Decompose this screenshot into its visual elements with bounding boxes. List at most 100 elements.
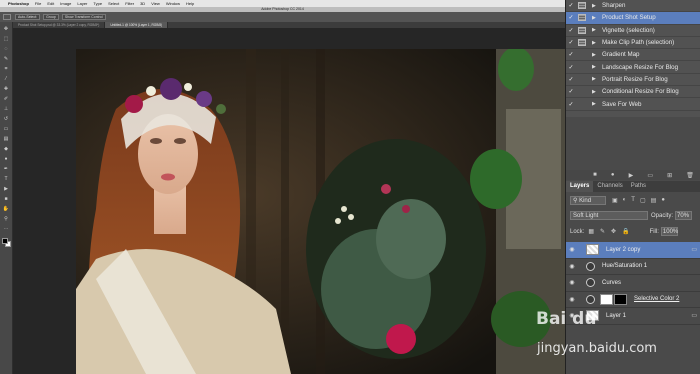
action-row-conditional-resize[interactable]: ✓ ▶ Conditional Resize For Blog (566, 86, 700, 99)
menu-image[interactable]: Image (60, 0, 71, 7)
menu-app-name[interactable]: Photoshop (8, 0, 29, 7)
layer-row[interactable]: ◉ Selective Color 2 (566, 292, 700, 308)
dialog-toggle-icon[interactable] (578, 64, 586, 71)
expand-triangle-icon[interactable]: ▶ (592, 15, 600, 21)
tab-layers[interactable]: Layers (566, 181, 594, 192)
action-row-portrait-resize[interactable]: ✓ ▶ Portrait Resize For Blog (566, 74, 700, 87)
dialog-toggle-icon[interactable] (578, 14, 586, 22)
shape-tool-icon[interactable]: ■ (3, 196, 10, 203)
toggle-check-icon[interactable]: ✓ (566, 51, 576, 58)
type-tool-icon[interactable]: T (3, 176, 10, 183)
menu-file[interactable]: File (35, 0, 41, 7)
expand-triangle-icon[interactable]: ▶ (592, 52, 600, 58)
tab-paths[interactable]: Paths (627, 181, 650, 192)
action-row-save-for-web[interactable]: ✓ ▶ Save For Web (566, 98, 700, 111)
tab-channels[interactable]: Channels (593, 181, 626, 192)
dialog-toggle-icon[interactable] (578, 76, 586, 83)
quick-select-tool-icon[interactable]: ✎ (3, 56, 10, 63)
show-transform-checkbox[interactable]: Show Transform Control (61, 14, 106, 20)
lock-position-icon[interactable]: ✥ (611, 228, 616, 235)
dialog-toggle-icon[interactable] (578, 2, 586, 10)
dialog-toggle-icon[interactable] (578, 26, 586, 34)
kind-filter-dropdown[interactable]: ⚲ Kind (570, 195, 606, 205)
eye-icon[interactable]: ◉ (566, 246, 578, 253)
expand-triangle-icon[interactable]: ▶ (592, 101, 600, 107)
eyedropper-tool-icon[interactable]: ⁄ (3, 76, 10, 83)
layer-row[interactable]: ◉ Layer 2 copy ▭ (566, 242, 700, 259)
toggle-check-icon[interactable]: ✓ (566, 2, 576, 9)
crop-tool-icon[interactable]: ⌗ (3, 66, 10, 73)
filter-toggle-icon[interactable]: ● (661, 197, 665, 203)
eraser-tool-icon[interactable]: ▭ (3, 126, 10, 133)
move-tool-icon[interactable]: ✥ (3, 26, 10, 33)
toggle-check-icon[interactable]: ✓ (566, 39, 576, 46)
brush-tool-icon[interactable]: ✐ (3, 96, 10, 103)
gradient-tool-icon[interactable]: ▤ (3, 136, 10, 143)
opacity-field[interactable]: 70% (675, 211, 693, 220)
pixel-filter-icon[interactable]: ▣ (612, 197, 618, 204)
play-icon[interactable]: ▶ (629, 172, 634, 179)
action-row-vignette[interactable]: ✓ ▶ Vignette (selection) (566, 25, 700, 37)
pen-tool-icon[interactable]: ✒ (3, 166, 10, 173)
menu-edit[interactable]: Edit (47, 0, 54, 7)
toggle-check-icon[interactable]: ✓ (566, 14, 576, 21)
layer-row[interactable]: ◉ Hue/Saturation 1 (566, 259, 700, 275)
action-row-landscape-resize[interactable]: ✓ ▶ Landscape Resize For Blog (566, 61, 700, 74)
more-tools-icon[interactable]: ⋯ (3, 226, 10, 233)
toggle-check-icon[interactable]: ✓ (566, 76, 576, 83)
adjustment-filter-icon[interactable]: ◐ (623, 197, 627, 203)
healing-brush-tool-icon[interactable]: ✚ (3, 86, 10, 93)
new-set-icon[interactable]: ▭ (647, 172, 653, 179)
action-row-sharpen[interactable]: ✓ ▶ Sharpen (566, 0, 700, 13)
move-tool-preset-icon[interactable] (3, 14, 11, 20)
fill-field[interactable]: 100% (660, 227, 678, 236)
expand-triangle-icon[interactable]: ▶ (592, 89, 600, 95)
dodge-tool-icon[interactable]: ● (3, 156, 10, 163)
toggle-check-icon[interactable]: ✓ (566, 27, 576, 34)
expand-triangle-icon[interactable]: ▶ (592, 27, 600, 33)
canvas-workspace[interactable] (13, 28, 565, 374)
eye-icon[interactable]: ◉ (566, 296, 578, 303)
lock-pixels-icon[interactable]: ✎ (600, 228, 605, 235)
dialog-toggle-icon[interactable] (578, 88, 586, 95)
dialog-toggle-icon[interactable] (578, 101, 586, 108)
color-swatches[interactable] (1, 238, 11, 247)
action-row-make-clip-path[interactable]: ✓ ▶ Make Clip Path (selection) (566, 37, 700, 50)
history-brush-tool-icon[interactable]: ↺ (3, 116, 10, 123)
toggle-check-icon[interactable]: ✓ (566, 101, 576, 108)
action-row-product-shot-setup[interactable]: ✓ ▶ Product Shot Setup (566, 12, 700, 25)
marquee-tool-icon[interactable]: ⬚ (3, 36, 10, 43)
blend-mode-dropdown[interactable]: Soft Light (570, 211, 648, 220)
action-row-gradient-map[interactable]: ✓ ▶ Gradient Map (566, 49, 700, 62)
menu-window[interactable]: Window (166, 0, 180, 7)
shape-filter-icon[interactable]: ▢ (640, 197, 646, 204)
menu-3d[interactable]: 3D (140, 0, 145, 7)
lasso-tool-icon[interactable]: ◌ (3, 46, 10, 53)
expand-triangle-icon[interactable]: ▶ (592, 64, 600, 70)
dialog-toggle-icon[interactable] (578, 51, 586, 58)
toggle-check-icon[interactable]: ✓ (566, 64, 576, 71)
hand-tool-icon[interactable]: ✋ (3, 206, 10, 213)
layer-row[interactable]: ◉ Curves (566, 275, 700, 292)
blur-tool-icon[interactable]: ◆ (3, 146, 10, 153)
zoom-tool-icon[interactable]: ⚲ (3, 216, 10, 223)
lock-transparency-icon[interactable]: ▦ (588, 228, 594, 235)
expand-triangle-icon[interactable]: ▶ (592, 3, 600, 9)
expand-triangle-icon[interactable]: ▶ (592, 40, 600, 46)
eye-icon[interactable]: ◉ (566, 263, 578, 270)
auto-select-checkbox[interactable]: Auto-Select: (15, 14, 41, 20)
menu-select[interactable]: Select (108, 0, 119, 7)
foreground-color-swatch[interactable] (1, 238, 8, 244)
toggle-check-icon[interactable]: ✓ (566, 88, 576, 95)
new-action-icon[interactable]: ⊞ (667, 172, 672, 179)
menu-filter[interactable]: Filter (125, 0, 134, 7)
menu-help[interactable]: Help (186, 0, 194, 7)
expand-triangle-icon[interactable]: ▶ (592, 76, 600, 82)
trash-icon[interactable]: 🗑 (686, 172, 694, 179)
auto-select-target-dropdown[interactable]: Group (43, 14, 59, 20)
menu-layer[interactable]: Layer (77, 0, 87, 7)
path-select-tool-icon[interactable]: ▶ (3, 186, 10, 193)
menu-view[interactable]: View (151, 0, 160, 7)
eye-icon[interactable]: ◉ (566, 279, 578, 286)
lock-all-icon[interactable]: 🔒 (622, 228, 629, 235)
